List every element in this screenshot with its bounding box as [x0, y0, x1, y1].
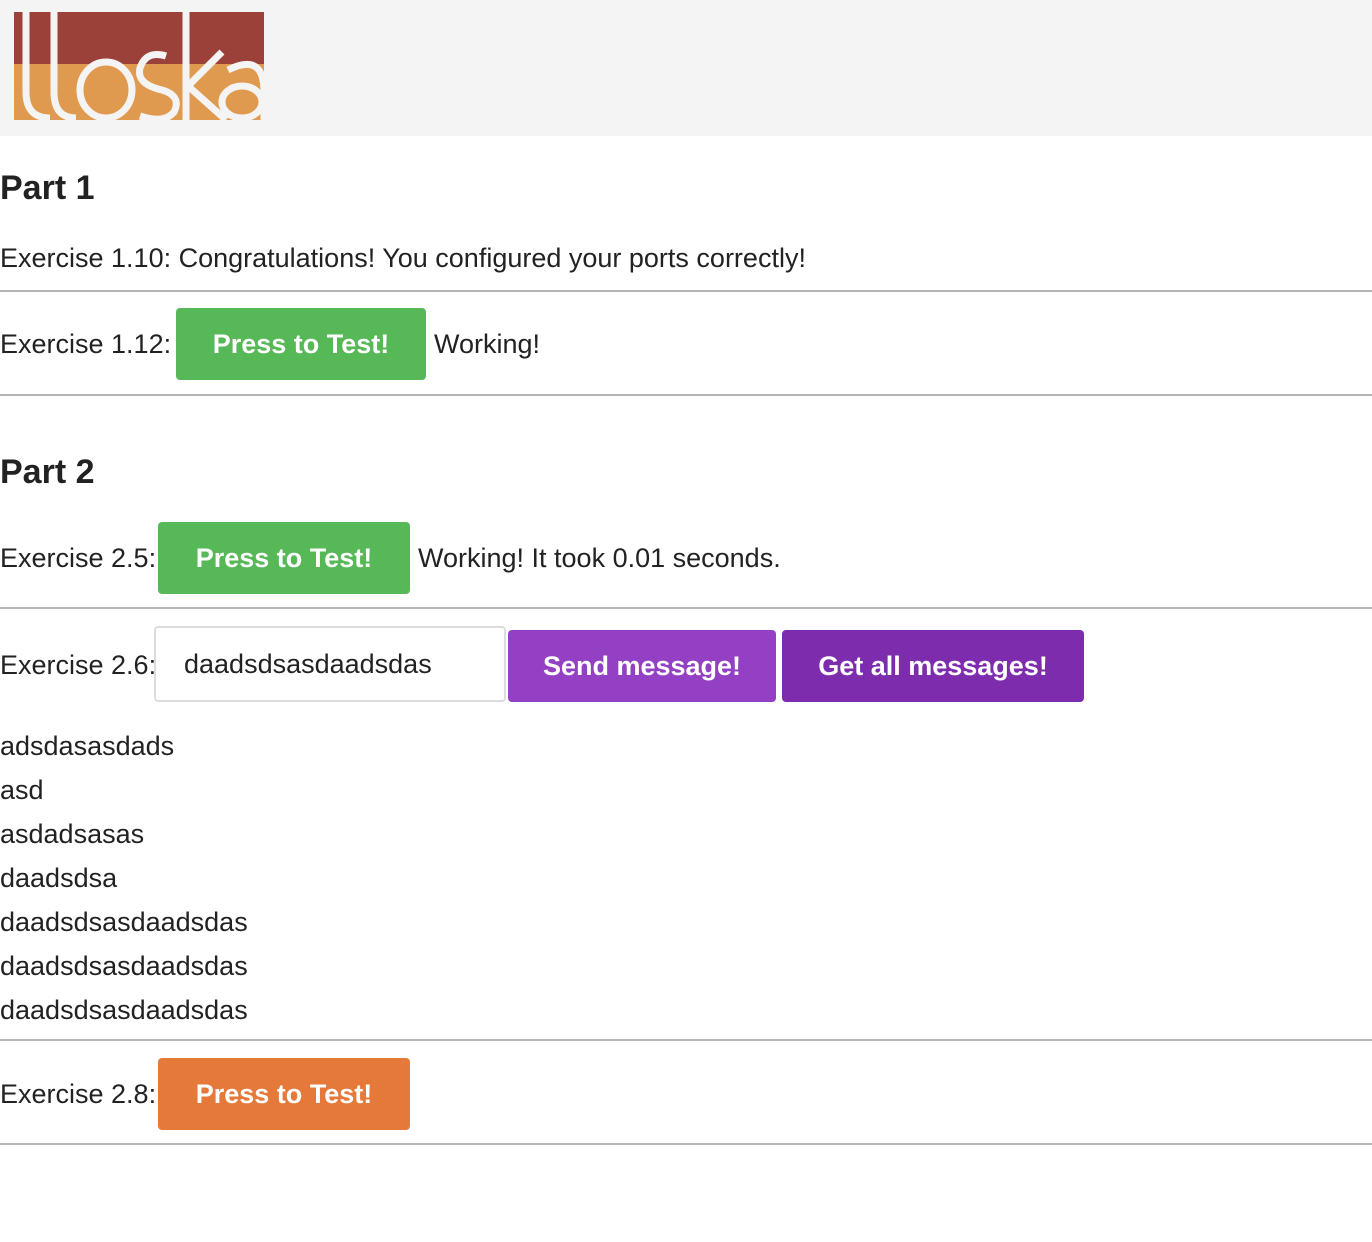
exercise-1-12-status: Working!	[434, 329, 541, 359]
exercise-2-5-status: Working! It took 0.01 seconds.	[418, 543, 781, 573]
part2-heading: Part 2	[0, 453, 95, 491]
list-item: asd	[0, 775, 44, 805]
list-item: daadsdsa	[0, 863, 118, 893]
exercise-1-10-text: Exercise 1.10: Congratulations! You conf…	[0, 243, 806, 273]
divider	[0, 394, 1372, 396]
get-all-messages-button[interactable]: Get all messages!	[782, 630, 1084, 702]
exercise-1-12-label: Exercise 1.12:	[0, 329, 172, 359]
send-message-button[interactable]: Send message!	[508, 630, 776, 702]
messages-list: adsdasasdads asd asdadsasas daadsdsa daa…	[0, 724, 248, 1032]
divider	[0, 290, 1372, 292]
exercise-2-8-test-button[interactable]: Press to Test!	[158, 1058, 410, 1130]
exercise-2-8-label: Exercise 2.8:	[0, 1079, 157, 1109]
exercise-2-5-label: Exercise 2.5:	[0, 543, 157, 573]
exercise-2-6-label: Exercise 2.6:	[0, 650, 157, 680]
list-item: daadsdsasdaadsdas	[0, 951, 248, 981]
part1-heading: Part 1	[0, 169, 95, 207]
itoska-logo	[14, 12, 264, 120]
list-item: daadsdsasdaadsdas	[0, 907, 248, 937]
divider	[0, 607, 1372, 609]
divider	[0, 1039, 1372, 1041]
list-item: adsdasasdads	[0, 731, 175, 761]
exercise-1-12-test-button[interactable]: Press to Test!	[176, 308, 426, 380]
list-item: asdadsasas	[0, 819, 145, 849]
divider	[0, 1143, 1372, 1145]
page-header	[0, 0, 1372, 136]
message-input[interactable]	[154, 626, 506, 702]
exercise-2-5-test-button[interactable]: Press to Test!	[158, 522, 410, 594]
list-item: daadsdsasdaadsdas	[0, 995, 248, 1025]
